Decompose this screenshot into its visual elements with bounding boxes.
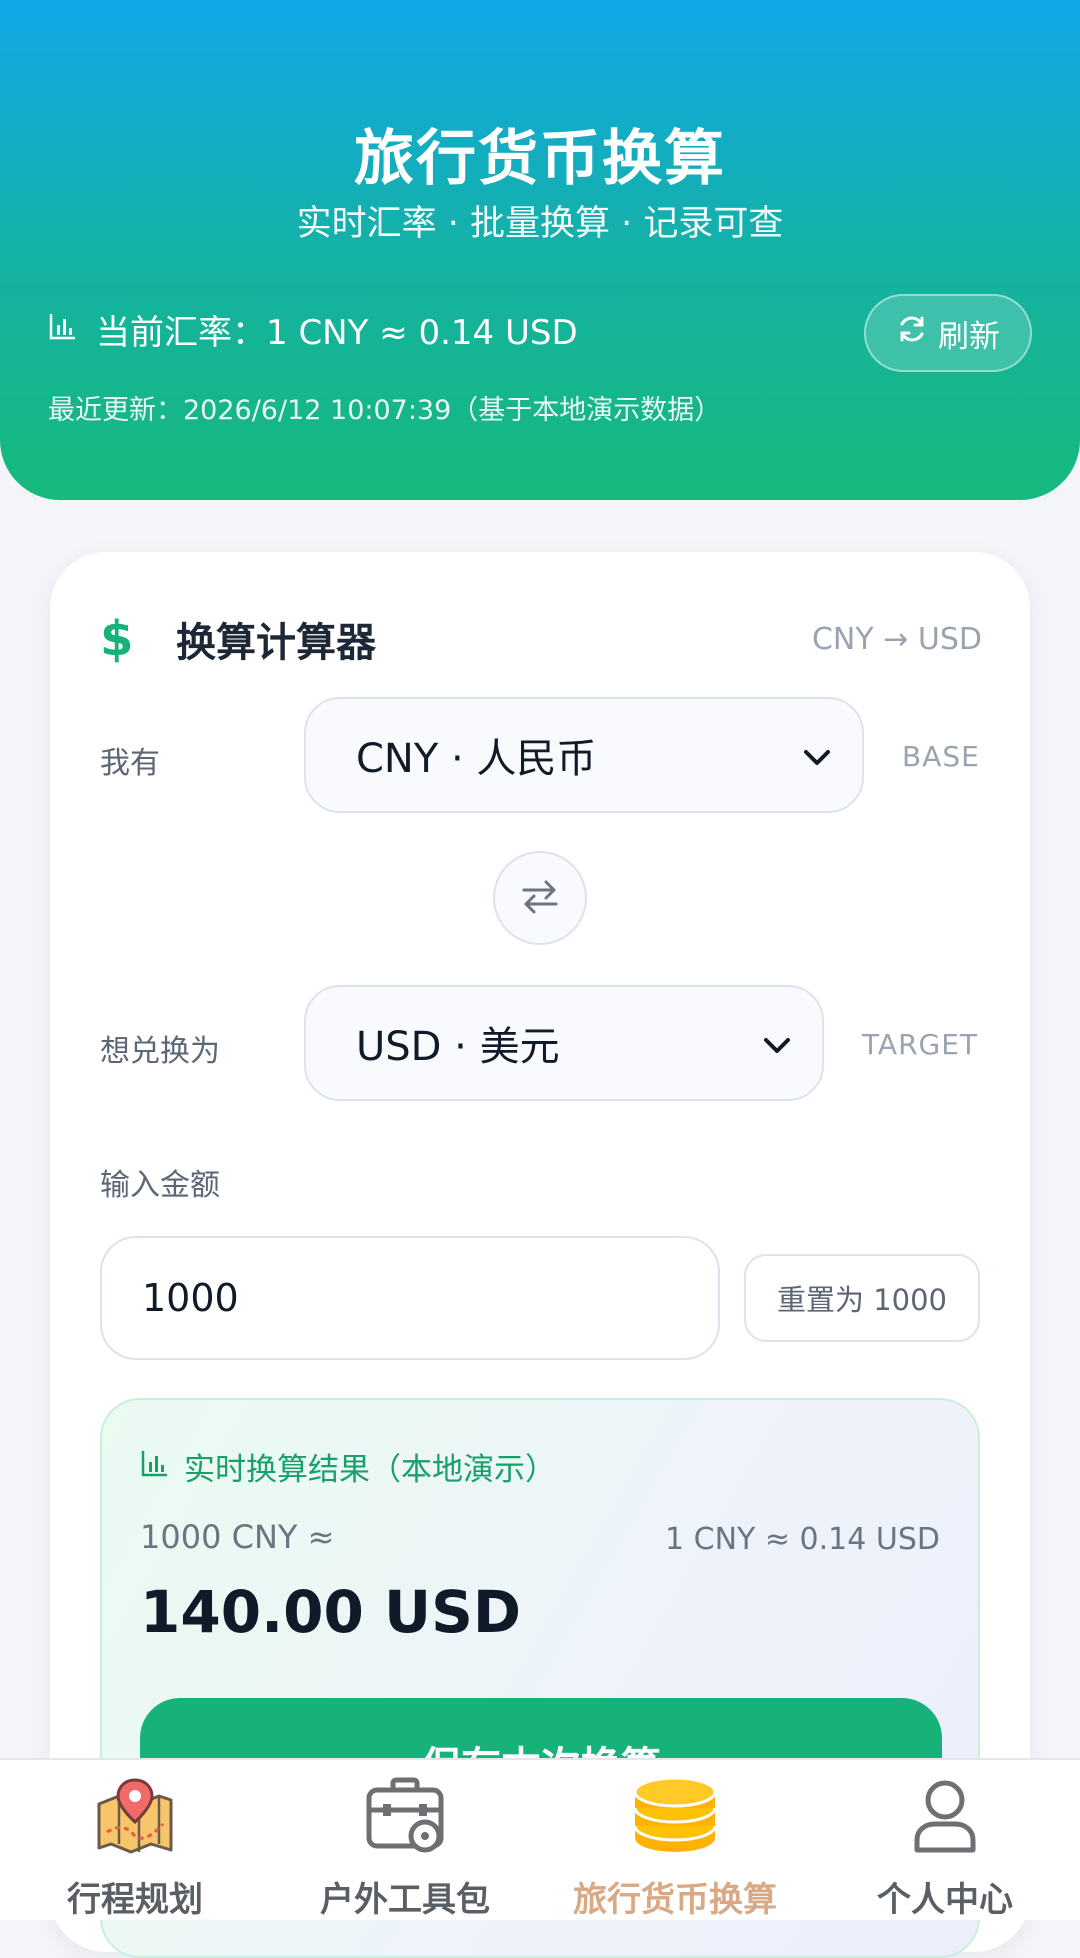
converted-amount: 140.00 USD <box>140 1578 522 1646</box>
converter-card: $ 换算计算器 CNY → USD 我有 CNY · 人民币 BASE 想兑换为… <box>50 552 1030 1958</box>
current-rate-text: 当前汇率：1 CNY ≈ 0.14 USD <box>96 313 578 353</box>
to-currency-value: USD · 美元 <box>356 1024 560 1070</box>
base-tag: BASE <box>902 740 980 773</box>
nav-label: 旅行货币换算 <box>573 1880 777 1920</box>
reset-amount-button[interactable]: 重置为 1000 <box>744 1254 980 1342</box>
header: 旅行货币换算 实时汇率 · 批量换算 · 记录可查 当前汇率：1 CNY ≈ 0… <box>0 0 1080 500</box>
from-label: 我有 <box>100 746 160 781</box>
user-icon <box>900 1774 990 1858</box>
chevron-down-icon <box>762 1020 792 1066</box>
bar-chart-icon <box>140 1448 170 1486</box>
coins-icon <box>630 1774 720 1858</box>
nav-item-currency-converter[interactable]: 旅行货币换算 <box>540 1760 810 1920</box>
map-pin-icon <box>90 1774 180 1858</box>
amount-value: 1000 <box>142 1276 239 1320</box>
to-label: 想兑换为 <box>100 1034 220 1069</box>
nav-label: 个人中心 <box>877 1880 1013 1920</box>
result-heading-text: 实时换算结果（本地演示） <box>184 1452 556 1488</box>
target-tag: TARGET <box>862 1028 979 1061</box>
amount-input[interactable]: 1000 <box>100 1236 720 1360</box>
refresh-label: 刷新 <box>938 318 1000 355</box>
from-currency-select[interactable]: CNY · 人民币 <box>304 697 864 813</box>
last-updated: 最近更新：2026/6/12 10:07:39（基于本地演示数据） <box>48 395 722 426</box>
result-heading: 实时换算结果（本地演示） <box>140 1444 556 1489</box>
amount-label: 输入金额 <box>100 1168 220 1203</box>
dollar-icon: $ <box>100 611 134 667</box>
card-title: 换算计算器 <box>176 620 376 666</box>
refresh-icon <box>896 313 928 353</box>
toolbox-icon <box>360 1774 450 1858</box>
currency-pair: CNY → USD <box>811 621 982 657</box>
chevron-down-icon <box>802 732 832 778</box>
refresh-button[interactable]: 刷新 <box>864 294 1032 372</box>
page-subtitle: 实时汇率 · 批量换算 · 记录可查 <box>296 204 784 244</box>
to-currency-select[interactable]: USD · 美元 <box>304 985 824 1101</box>
nav-item-outdoor-toolkit[interactable]: 户外工具包 <box>270 1760 540 1920</box>
swap-icon <box>518 874 562 922</box>
nav-label: 户外工具包 <box>320 1880 490 1920</box>
nav-item-trip-planning[interactable]: 行程规划 <box>0 1760 270 1920</box>
swap-currencies-button[interactable] <box>493 851 587 945</box>
from-currency-value: CNY · 人民币 <box>356 736 597 782</box>
result-source: 1000 CNY ≈ <box>140 1518 335 1556</box>
result-rate: 1 CNY ≈ 0.14 USD <box>665 1522 940 1557</box>
bottom-nav: 行程规划 户外工具包 旅行货币换算 个人中心 <box>0 1758 1080 1920</box>
page-title: 旅行货币换算 <box>354 124 726 194</box>
nav-item-profile[interactable]: 个人中心 <box>810 1760 1080 1920</box>
card-header: $ 换算计算器 CNY → USD <box>100 610 982 668</box>
bar-chart-icon <box>48 310 78 350</box>
current-rate: 当前汇率：1 CNY ≈ 0.14 USD <box>48 305 578 354</box>
nav-label: 行程规划 <box>67 1880 203 1920</box>
